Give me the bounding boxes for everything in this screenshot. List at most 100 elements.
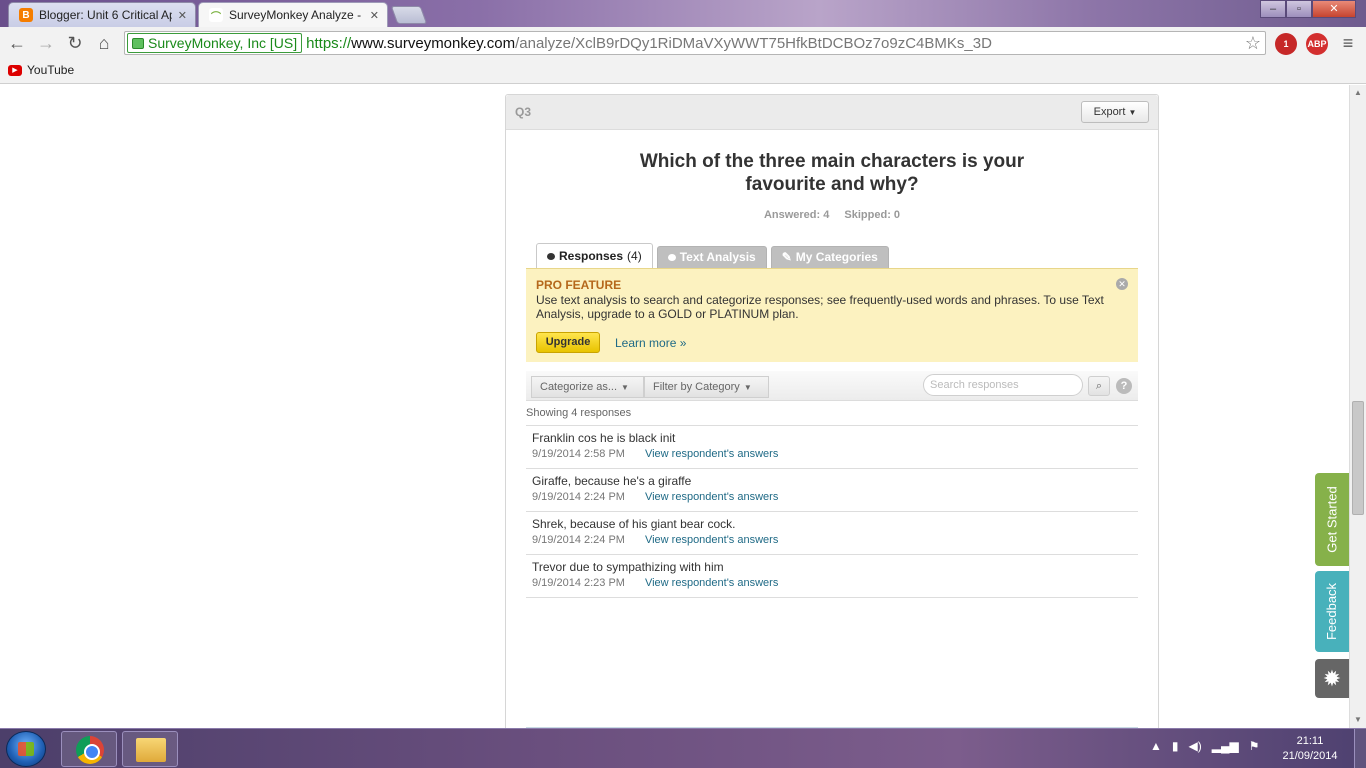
response-list: Franklin cos he is black init 9/19/2014 …	[526, 425, 1138, 598]
show-desktop-button[interactable]	[1354, 729, 1366, 768]
tab-label: Text Analysis	[679, 250, 756, 264]
clock-time: 21:11	[1296, 735, 1324, 747]
response-date: 9/19/2014 2:24 PM	[532, 534, 625, 546]
tab-my-categories[interactable]: ✎ My Categories	[770, 246, 889, 269]
showing-count: Showing 4 responses	[526, 407, 632, 419]
url-host: www.surveymonkey.com	[351, 34, 516, 52]
tab-label: Responses	[559, 249, 624, 263]
tab-title: Blogger: Unit 6 Critical Ap	[39, 8, 172, 22]
list-item: Franklin cos he is black init 9/19/2014 …	[526, 426, 1138, 469]
caret-down-icon: ▼	[743, 383, 752, 392]
list-item: Giraffe, because he's a giraffe 9/19/201…	[526, 469, 1138, 512]
lock-icon	[132, 37, 144, 49]
feedback-label: Feedback	[1324, 582, 1340, 641]
scroll-down-icon[interactable]: ▼	[1354, 715, 1362, 724]
tab-label: My Categories	[795, 250, 878, 264]
response-text: Trevor due to sympathizing with him	[532, 560, 724, 574]
page-scrollbar[interactable]: ▲ ▼	[1349, 85, 1366, 728]
get-started-tab[interactable]: Get Started	[1315, 473, 1349, 566]
search-input[interactable]: Search responses	[923, 374, 1083, 396]
question-stats: Answered: 4 Skipped: 0	[506, 209, 1158, 221]
export-button[interactable]: Export ▼	[1081, 101, 1149, 123]
clock-date: 21/09/2014	[1282, 750, 1338, 762]
list-item: Trevor due to sympathizing with him 9/19…	[526, 555, 1138, 598]
question-title: Which of the three main characters is yo…	[639, 151, 1025, 195]
new-tab-button[interactable]	[390, 6, 428, 24]
reload-icon[interactable]: ↻	[64, 32, 86, 54]
pro-title: PRO FEATURE	[536, 278, 622, 292]
home-icon[interactable]: ⌂	[93, 32, 115, 54]
scrollbar-thumb[interactable]	[1352, 401, 1364, 515]
pro-text: Use text analysis to search and categori…	[536, 293, 1104, 321]
ev-certificate-badge[interactable]: SurveyMonkey, Inc [US]	[127, 33, 303, 53]
minimize-icon[interactable]: –	[1260, 0, 1286, 18]
close-window-icon[interactable]: ✕	[1312, 0, 1356, 18]
back-arrow-icon[interactable]: ←	[6, 32, 28, 54]
close-icon[interactable]: ✕	[178, 9, 187, 22]
feedback-tab[interactable]: Feedback	[1315, 571, 1349, 652]
categorize-label: Categorize as...	[540, 381, 618, 393]
address-bar[interactable]: SurveyMonkey, Inc [US] https://www.surve…	[124, 31, 1266, 55]
action-center-icon[interactable]: ⚑	[1249, 739, 1260, 753]
categorize-dropdown[interactable]: Categorize as... ▼	[531, 376, 644, 398]
view-answers-link[interactable]: View respondent's answers	[645, 491, 778, 503]
close-icon[interactable]: ✕	[370, 9, 379, 22]
forward-arrow-icon[interactable]: →	[35, 32, 57, 54]
tab-surveymonkey[interactable]: ⌒ SurveyMonkey Analyze - ( ✕	[198, 2, 388, 27]
response-date: 9/19/2014 2:58 PM	[532, 448, 625, 460]
response-text: Franklin cos he is black init	[532, 431, 676, 445]
response-text: Shrek, because of his giant bear cock.	[532, 517, 736, 531]
list-item: Shrek, because of his giant bear cock. 9…	[526, 512, 1138, 555]
ext-red-icon[interactable]: 1	[1275, 33, 1297, 55]
bookmark-label: YouTube	[27, 63, 75, 77]
learn-more-link[interactable]: Learn more »	[615, 336, 686, 350]
maximize-icon[interactable]: ▫	[1286, 0, 1312, 18]
url-text: https://www.surveymonkey.com/analyze/Xcl…	[306, 35, 992, 52]
adblock-icon[interactable]: ABP	[1306, 33, 1328, 55]
tab-count: (4)	[627, 249, 642, 263]
network-icon[interactable]: ▂▄▆	[1212, 739, 1239, 753]
search-icon[interactable]: ⌕	[1088, 376, 1110, 396]
bookmarks-bar: ▶ YouTube	[0, 59, 1366, 84]
close-icon[interactable]: ✕	[1116, 278, 1128, 290]
windows-taskbar: ▲ ▮ ◀) ▂▄▆ ⚑ 21:11 21/09/2014	[0, 728, 1366, 768]
volume-icon[interactable]: ◀)	[1189, 739, 1202, 753]
tab-text-analysis[interactable]: Text Analysis	[656, 246, 767, 269]
upgrade-button[interactable]: Upgrade	[536, 332, 600, 353]
ev-label: SurveyMonkey, Inc [US]	[148, 35, 298, 51]
surveymonkey-icon: ⌒	[209, 8, 223, 23]
caret-down-icon: ▼	[621, 383, 629, 392]
skipped-count: Skipped: 0	[844, 209, 901, 221]
tray-expand-icon[interactable]: ▲	[1150, 739, 1162, 753]
bookmark-star-icon[interactable]: ☆	[1245, 33, 1261, 54]
filter-bar: Categorize as... ▼ Filter by Category ▼ Se…	[526, 371, 1138, 401]
view-answers-link[interactable]: View respondent's answers	[645, 577, 778, 589]
battery-icon[interactable]: ▮	[1172, 739, 1179, 753]
question-card: Q3 Export ▼ Which of the three main char…	[505, 94, 1159, 728]
help-icon[interactable]: ?	[1116, 378, 1132, 394]
response-date: 9/19/2014 2:23 PM	[532, 577, 625, 589]
scroll-up-icon[interactable]: ▲	[1354, 88, 1362, 97]
system-tray: ▲ ▮ ◀) ▂▄▆ ⚑	[1150, 739, 1259, 753]
chrome-menu-icon[interactable]: ≡	[1340, 33, 1356, 53]
bug-report-icon[interactable]: ✹	[1315, 659, 1349, 698]
view-answers-link[interactable]: View respondent's answers	[645, 448, 778, 460]
caret-down-icon: ▼	[1128, 108, 1137, 117]
start-button[interactable]	[6, 731, 46, 767]
folder-icon	[136, 738, 166, 762]
youtube-icon: ▶	[8, 64, 22, 76]
answered-count: Answered: 4	[763, 209, 830, 221]
filter-category-dropdown[interactable]: Filter by Category ▼	[644, 376, 769, 398]
view-answers-link[interactable]: View respondent's answers	[645, 534, 778, 546]
tab-responses[interactable]: Responses (4)	[536, 243, 653, 269]
tab-blogger[interactable]: B Blogger: Unit 6 Critical Ap ✕	[8, 2, 196, 27]
taskbar-chrome[interactable]	[61, 731, 117, 767]
taskbar-explorer[interactable]	[122, 731, 178, 767]
page-viewport: Q3 Export ▼ Which of the three main char…	[0, 85, 1349, 728]
taskbar-clock[interactable]: 21:11 21/09/2014	[1272, 734, 1348, 764]
bookmark-youtube[interactable]: ▶ YouTube	[8, 63, 74, 77]
tab-title: SurveyMonkey Analyze - (	[229, 8, 364, 22]
response-tabs: Responses (4) Text Analysis ✎ My Categor…	[536, 243, 889, 269]
tag-icon: ✎	[781, 250, 792, 264]
blogger-icon: B	[19, 8, 33, 22]
